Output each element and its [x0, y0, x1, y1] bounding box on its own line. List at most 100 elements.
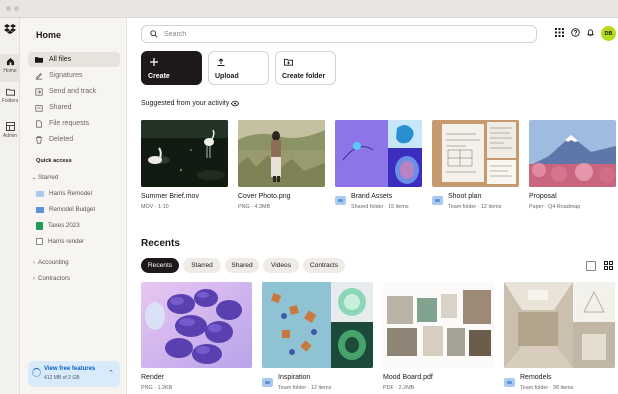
suggested-card-proposal[interactable]: Proposal Paper · Q4 Roadmap	[529, 120, 616, 210]
filter-videos[interactable]: Videos	[263, 258, 299, 273]
recent-name: Render	[141, 374, 164, 381]
home-icon	[6, 57, 14, 66]
sidebar-item-label: Deleted	[49, 136, 74, 143]
starred-item-remodel-budget[interactable]: Remodel Budget	[36, 203, 128, 216]
window-minimize-button[interactable]	[14, 6, 19, 11]
apps-grid-icon[interactable]	[555, 28, 564, 37]
group-contractors[interactable]: › Contractors	[30, 272, 122, 285]
paper-thumbnail	[529, 120, 616, 187]
team-folder-icon	[504, 378, 515, 387]
starred-group[interactable]: ⌄ Starred	[30, 171, 122, 184]
sidebar-item-signatures[interactable]: Signatures	[28, 68, 120, 83]
upload-icon	[217, 58, 225, 66]
card-name: Proposal	[529, 193, 557, 200]
send-icon	[35, 87, 43, 96]
folder-thumbnail	[432, 120, 519, 187]
suggested-card-summer-brief[interactable]: Summer Brief.mov MOV · 1:10	[141, 120, 228, 210]
rail-logo[interactable]	[0, 24, 20, 34]
group-accounting[interactable]: › Accounting	[30, 256, 122, 269]
pdf-thumbnail	[383, 282, 494, 368]
help-icon[interactable]	[571, 28, 580, 37]
sidebar-item-send-and-track[interactable]: Send and track	[28, 84, 120, 99]
group-label: Contractors	[38, 275, 70, 282]
card-name: Cover Photo.png	[238, 193, 291, 200]
create-button[interactable]: Create	[141, 51, 202, 85]
sidebar-item-all-files[interactable]: All files	[28, 52, 120, 67]
suggested-card-shoot-plan[interactable]: Shoot plan Team folder · 12 items	[432, 120, 519, 210]
main-content: DB Create Upload Create folder Suggested…	[127, 18, 618, 394]
team-folder-icon	[432, 196, 443, 205]
card-name: Shoot plan	[448, 193, 482, 200]
avatar[interactable]: DB	[601, 26, 616, 41]
recent-name: Inspiration	[278, 374, 311, 381]
upload-button[interactable]: Upload	[208, 51, 269, 85]
grid-view-icon[interactable]	[604, 261, 613, 270]
filter-recents[interactable]: Recents	[141, 258, 179, 273]
storage-usage: 412 MB of 2 GB	[44, 375, 80, 381]
group-label: Accounting	[38, 259, 69, 266]
rail-label-admin: Admin	[2, 133, 18, 139]
recent-name: Remodels	[520, 374, 552, 381]
create-folder-icon	[284, 58, 293, 66]
list-view-toggle[interactable]	[586, 261, 596, 271]
shoot-plan-image	[432, 120, 519, 187]
signature-icon	[35, 72, 43, 80]
brand-collage-image	[335, 120, 422, 187]
swans-image	[141, 120, 228, 187]
sidebar-item-label: All files	[49, 56, 72, 63]
image-thumbnail	[141, 282, 252, 368]
card-name: Summer Brief.mov	[141, 193, 199, 200]
suggested-card-brand-assets[interactable]: Brand Assets Shared folder · 15 items	[335, 120, 422, 210]
starred-label: Starred	[38, 174, 59, 181]
trash-icon	[35, 135, 43, 144]
sidebar-item-label: Signatures	[49, 72, 83, 79]
starred-item-harris-remodel[interactable]: Harris Remodel	[36, 187, 128, 200]
starred-item-taxes-2023[interactable]: Taxes 2023	[36, 219, 128, 232]
recent-card-inspiration[interactable]: Inspiration Team folder · 12 items	[262, 282, 373, 391]
chevron-up-icon: ⌃	[108, 370, 114, 377]
eye-icon[interactable]	[231, 100, 239, 107]
filter-starred[interactable]: Starred	[183, 258, 221, 273]
recents-title: Recents	[141, 238, 180, 249]
sidebar: Home All files Signatures Send and track…	[20, 18, 127, 394]
sidebar-item-label: File requests	[49, 120, 90, 127]
sidebar-item-label: Send and track	[49, 88, 97, 95]
folder-thumbnail	[504, 282, 615, 368]
recent-meta: PNG · 1.2KB	[141, 385, 173, 391]
recent-card-mood-board[interactable]: Mood Board.pdf PDF · 2.2MB	[383, 282, 494, 391]
chevron-right-icon: ›	[33, 259, 35, 266]
suggested-card-cover-photo[interactable]: Cover Photo.png PNG · 4.3MB	[238, 120, 325, 210]
image-icon	[36, 238, 43, 245]
filter-shared[interactable]: Shared	[225, 258, 259, 273]
sidebar-item-file-requests[interactable]: File requests	[28, 116, 120, 131]
rail-item-admin[interactable]: Admin	[0, 122, 20, 139]
search-bar[interactable]	[141, 25, 537, 43]
folder-icon	[5, 88, 15, 96]
rail-item-folders[interactable]: Folders	[0, 88, 20, 104]
recent-card-render[interactable]: Render PNG · 1.2KB	[141, 282, 252, 391]
card-meta: PNG · 4.3MB	[238, 204, 271, 210]
chevron-down-icon: ⌄	[31, 175, 37, 181]
starred-item-label: Harris render	[48, 238, 85, 245]
folder-thumbnail	[335, 120, 422, 187]
create-folder-button[interactable]: Create folder	[275, 51, 336, 85]
filter-contracts[interactable]: Contracts	[303, 258, 345, 273]
search-input[interactable]	[164, 30, 524, 38]
sidebar-item-shared[interactable]: Shared	[28, 100, 120, 115]
chevron-right-icon: ›	[33, 275, 35, 282]
window-close-button[interactable]	[6, 6, 11, 11]
upgrade-banner[interactable]: View free features 412 MB of 2 GB ⌃	[28, 361, 120, 387]
recent-card-remodels[interactable]: Remodels Team folder · 38 items	[504, 282, 615, 391]
bell-icon[interactable]	[586, 28, 595, 37]
folder-thumbnail	[262, 282, 373, 368]
inspiration-collage-image	[262, 282, 373, 368]
rail-item-home[interactable]: Home	[0, 54, 20, 82]
render-image	[141, 282, 252, 368]
create-button-label: Create	[148, 73, 170, 80]
starred-item-harris-render[interactable]: Harris render	[36, 235, 128, 248]
folder-icon	[36, 190, 44, 197]
recent-meta: PDF · 2.2MB	[383, 385, 415, 391]
interior-image	[504, 282, 615, 368]
sidebar-item-deleted[interactable]: Deleted	[28, 132, 120, 147]
rail-label-folders: Folders	[1, 98, 19, 104]
